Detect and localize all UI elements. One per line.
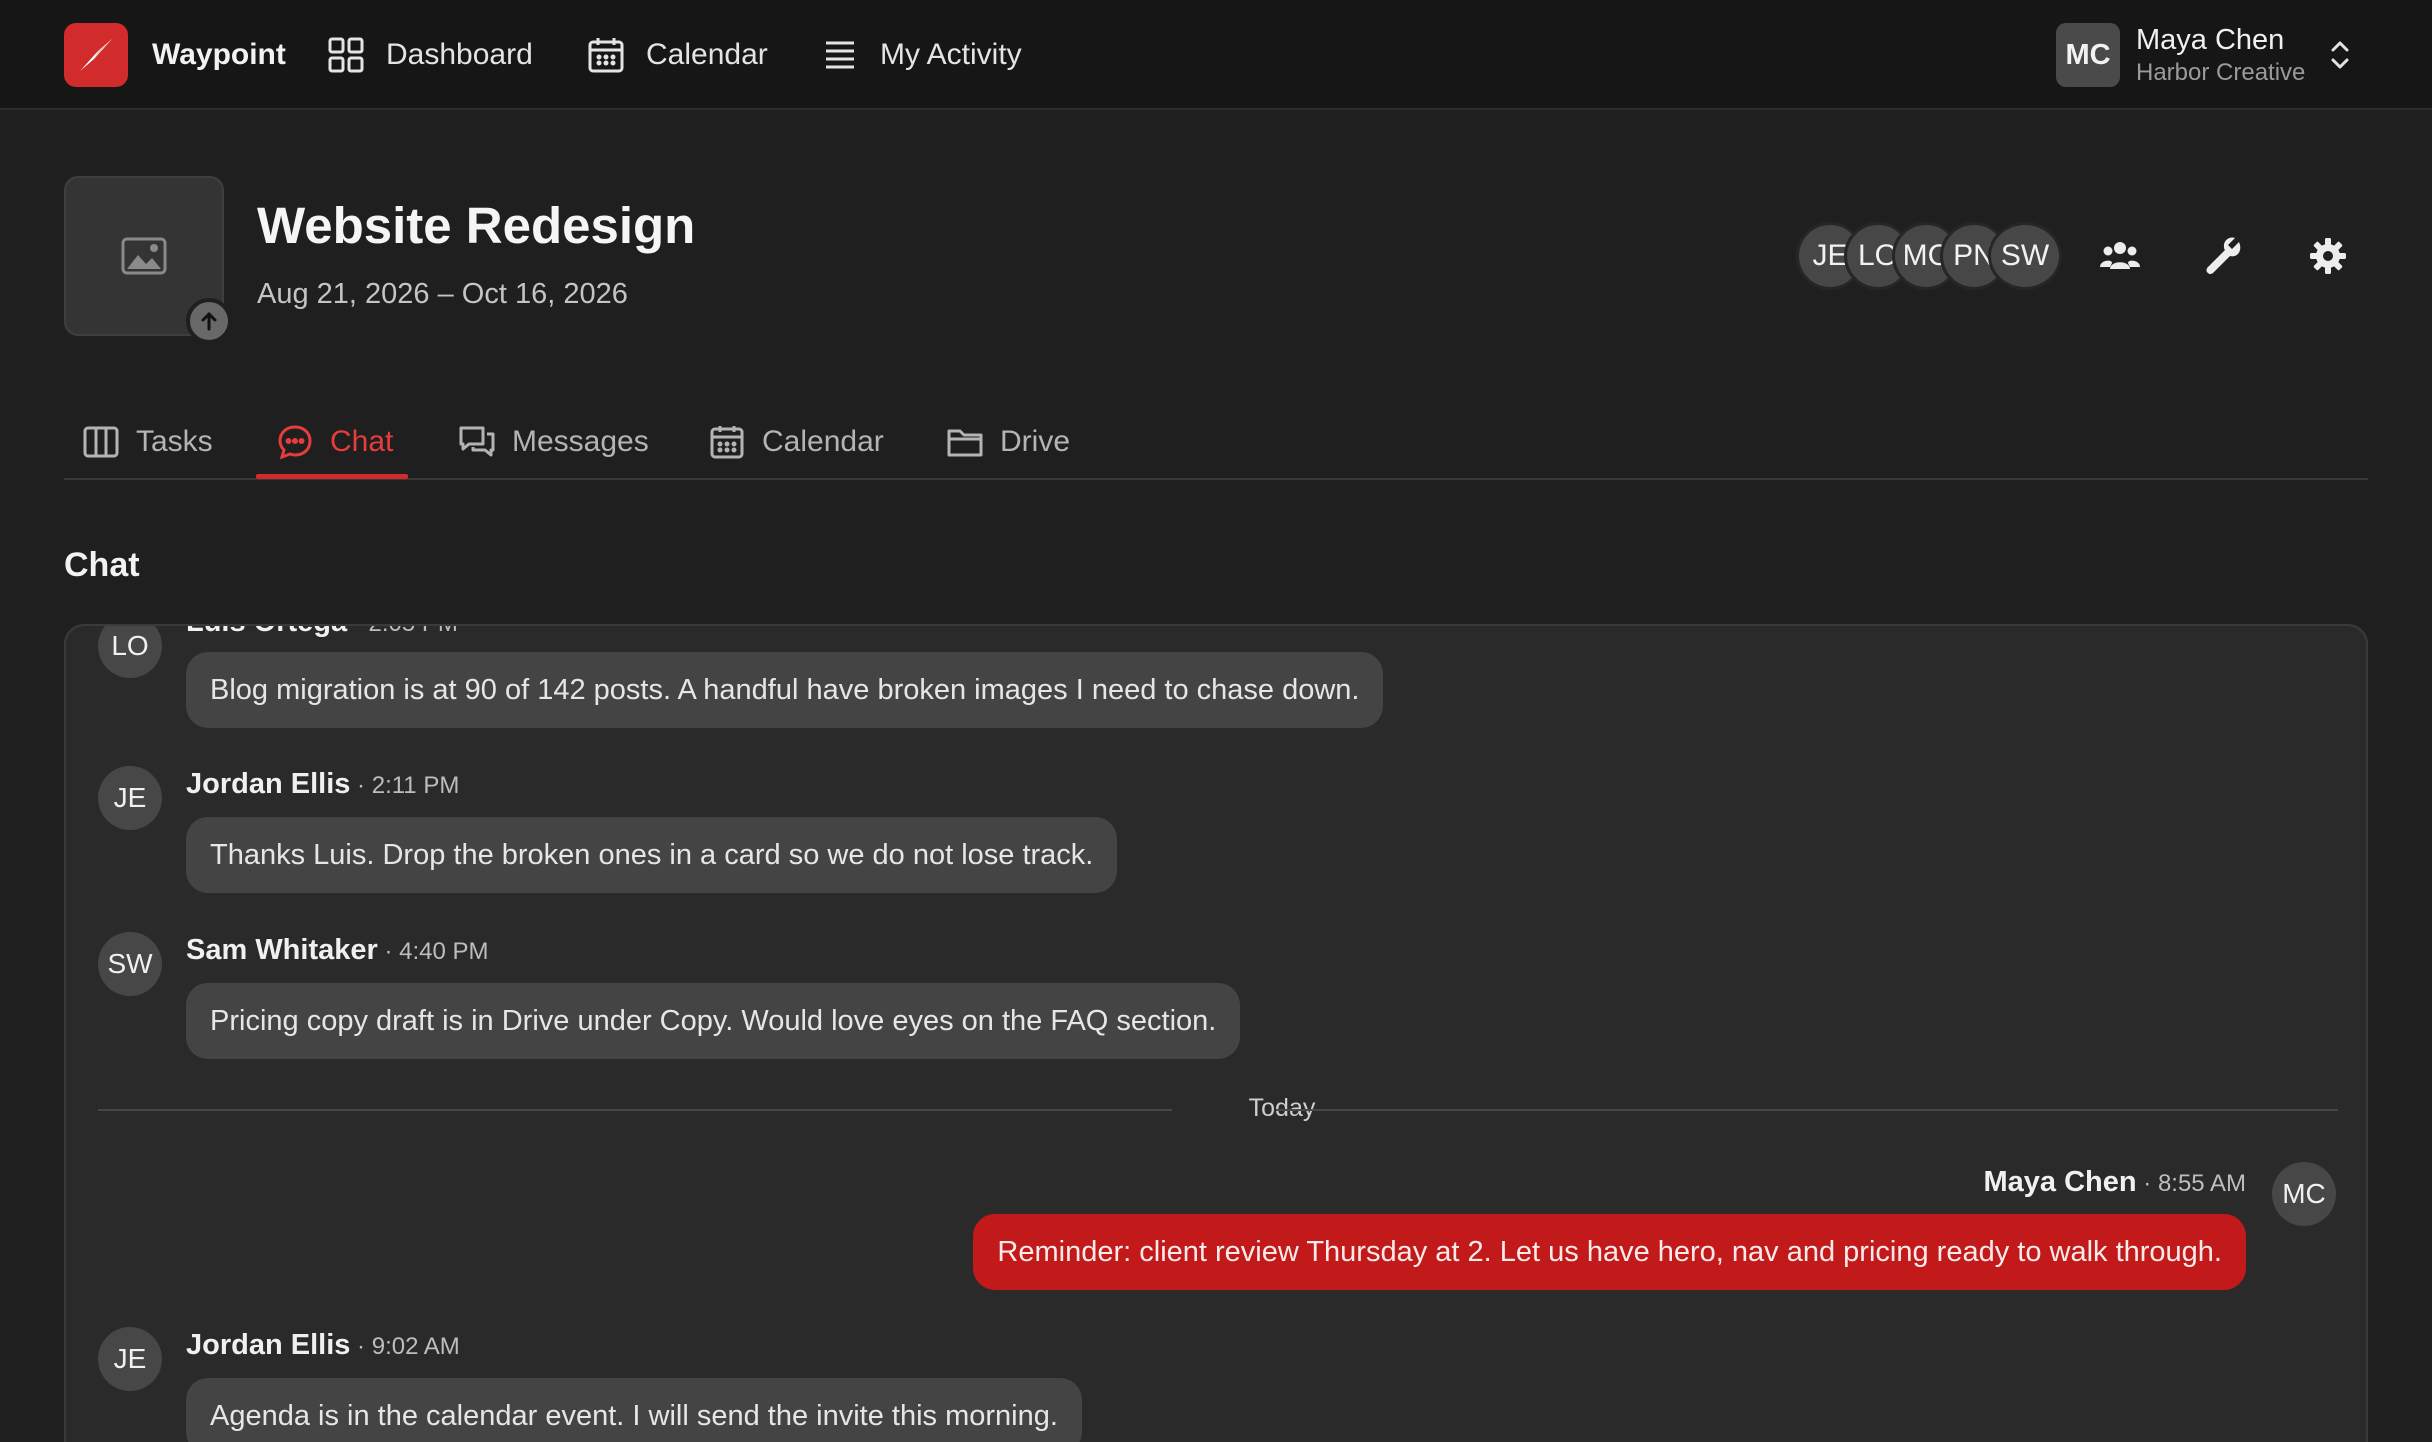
- chat-section-title: Chat: [64, 546, 140, 584]
- users-group-icon: [2100, 239, 2140, 273]
- nav-calendar-label: Calendar: [646, 38, 768, 71]
- tab-drive-label: Drive: [1000, 425, 1071, 458]
- message-avatar: LO: [98, 626, 162, 678]
- wrench-icon: [2204, 236, 2244, 276]
- image-icon: [121, 237, 167, 275]
- day-divider-line: [1276, 1109, 2338, 1111]
- columns-icon: [82, 423, 120, 461]
- brand-link[interactable]: Waypoint: [64, 23, 286, 87]
- tab-calendar[interactable]: Calendar: [708, 414, 884, 470]
- message-meta: Jordan Ellis · 9:02 AM: [186, 1329, 460, 1361]
- calendar-icon: [708, 423, 746, 461]
- message-avatar: MC: [2272, 1162, 2336, 1226]
- arrow-up-icon: [197, 309, 221, 333]
- tools-button[interactable]: [2202, 234, 2246, 278]
- member-avatar-stack[interactable]: JE LO MC PN SW: [1796, 222, 2062, 292]
- project-title: Website Redesign: [257, 197, 696, 254]
- message-meta: Maya Chen · 8:55 AM: [1983, 1166, 2247, 1198]
- message-avatar: JE: [98, 766, 162, 830]
- message-time: 2:05 PM: [368, 626, 457, 637]
- message-author: Jordan Ellis: [186, 1329, 351, 1361]
- nav-calendar[interactable]: Calendar: [586, 32, 768, 78]
- nav-dashboard[interactable]: Dashboard: [326, 32, 533, 78]
- account-switcher[interactable]: MC Maya Chen Harbor Creative: [2056, 22, 2355, 88]
- tab-chat-label: Chat: [330, 425, 394, 458]
- message-avatar: JE: [98, 1327, 162, 1391]
- project-dates: Aug 21, 2026 – Oct 16, 2026: [257, 278, 628, 310]
- tab-calendar-label: Calendar: [762, 425, 884, 458]
- message-author: Jordan Ellis: [186, 768, 351, 800]
- project-tabs: Tasks Chat Messages Calendar Drive: [64, 404, 2368, 480]
- message-bubble: Blog migration is at 90 of 142 posts. A …: [186, 652, 1384, 728]
- member-avatar[interactable]: SW: [1988, 222, 2062, 290]
- account-avatar: MC: [2056, 23, 2120, 87]
- tab-tasks-label: Tasks: [136, 425, 213, 458]
- message-meta: Luis Ortega · 2:05 PM: [186, 626, 458, 639]
- message-bubble: Thanks Luis. Drop the broken ones in a c…: [186, 817, 1118, 893]
- account-name: Maya Chen: [2136, 24, 2285, 56]
- tab-tasks[interactable]: Tasks: [82, 414, 213, 470]
- messages-icon: [458, 423, 496, 461]
- message-meta: Sam Whitaker · 4:40 PM: [186, 934, 489, 966]
- activity-list-icon: [820, 35, 860, 75]
- dashboard-grid-icon: [326, 35, 366, 75]
- team-members-button[interactable]: [2098, 234, 2142, 278]
- message-time: 4:40 PM: [399, 938, 489, 965]
- top-nav-bar: Waypoint Dashboard Calendar My Activity …: [0, 0, 2432, 110]
- brand-name: Waypoint: [152, 38, 286, 71]
- upload-image-button[interactable]: [186, 298, 232, 344]
- message-time: 9:02 AM: [371, 1333, 460, 1360]
- own-message-bubble: Reminder: client review Thursday at 2. L…: [973, 1214, 2246, 1290]
- chat-bubble-icon: [276, 423, 314, 461]
- project-settings-button[interactable]: [2306, 234, 2350, 278]
- gear-icon: [2308, 236, 2348, 276]
- tab-messages-label: Messages: [512, 425, 649, 458]
- chevron-up-down-icon: [2325, 35, 2355, 75]
- message-bubble: Agenda is in the calendar event. I will …: [186, 1378, 1082, 1442]
- tab-chat[interactable]: Chat: [276, 414, 393, 470]
- message-time: 8:55 AM: [2157, 1170, 2246, 1197]
- chat-message-list[interactable]: LO Luis Ortega · 2:05 PM Blog migration …: [64, 624, 2368, 1442]
- active-tab-indicator: [256, 474, 408, 479]
- message-author: Maya Chen: [1983, 1166, 2137, 1198]
- nav-my-activity-label: My Activity: [880, 38, 1022, 71]
- tab-messages[interactable]: Messages: [458, 414, 649, 470]
- message-bubble: Pricing copy draft is in Drive under Cop…: [186, 983, 1241, 1059]
- message-avatar: SW: [98, 932, 162, 996]
- nav-my-activity[interactable]: My Activity: [820, 32, 1022, 78]
- tab-drive[interactable]: Drive: [946, 414, 1070, 470]
- calendar-icon: [586, 35, 626, 75]
- account-org: Harbor Creative: [2136, 59, 2306, 86]
- message-author: Sam Whitaker: [186, 934, 378, 966]
- day-divider-line: [98, 1109, 1172, 1111]
- message-author: Luis Ortega: [186, 626, 347, 638]
- message-time: 2:11 PM: [371, 772, 460, 799]
- message-meta: Jordan Ellis · 2:11 PM: [186, 768, 460, 800]
- waypoint-logo-icon: [64, 23, 128, 87]
- nav-dashboard-label: Dashboard: [386, 38, 533, 71]
- folder-icon: [946, 423, 984, 461]
